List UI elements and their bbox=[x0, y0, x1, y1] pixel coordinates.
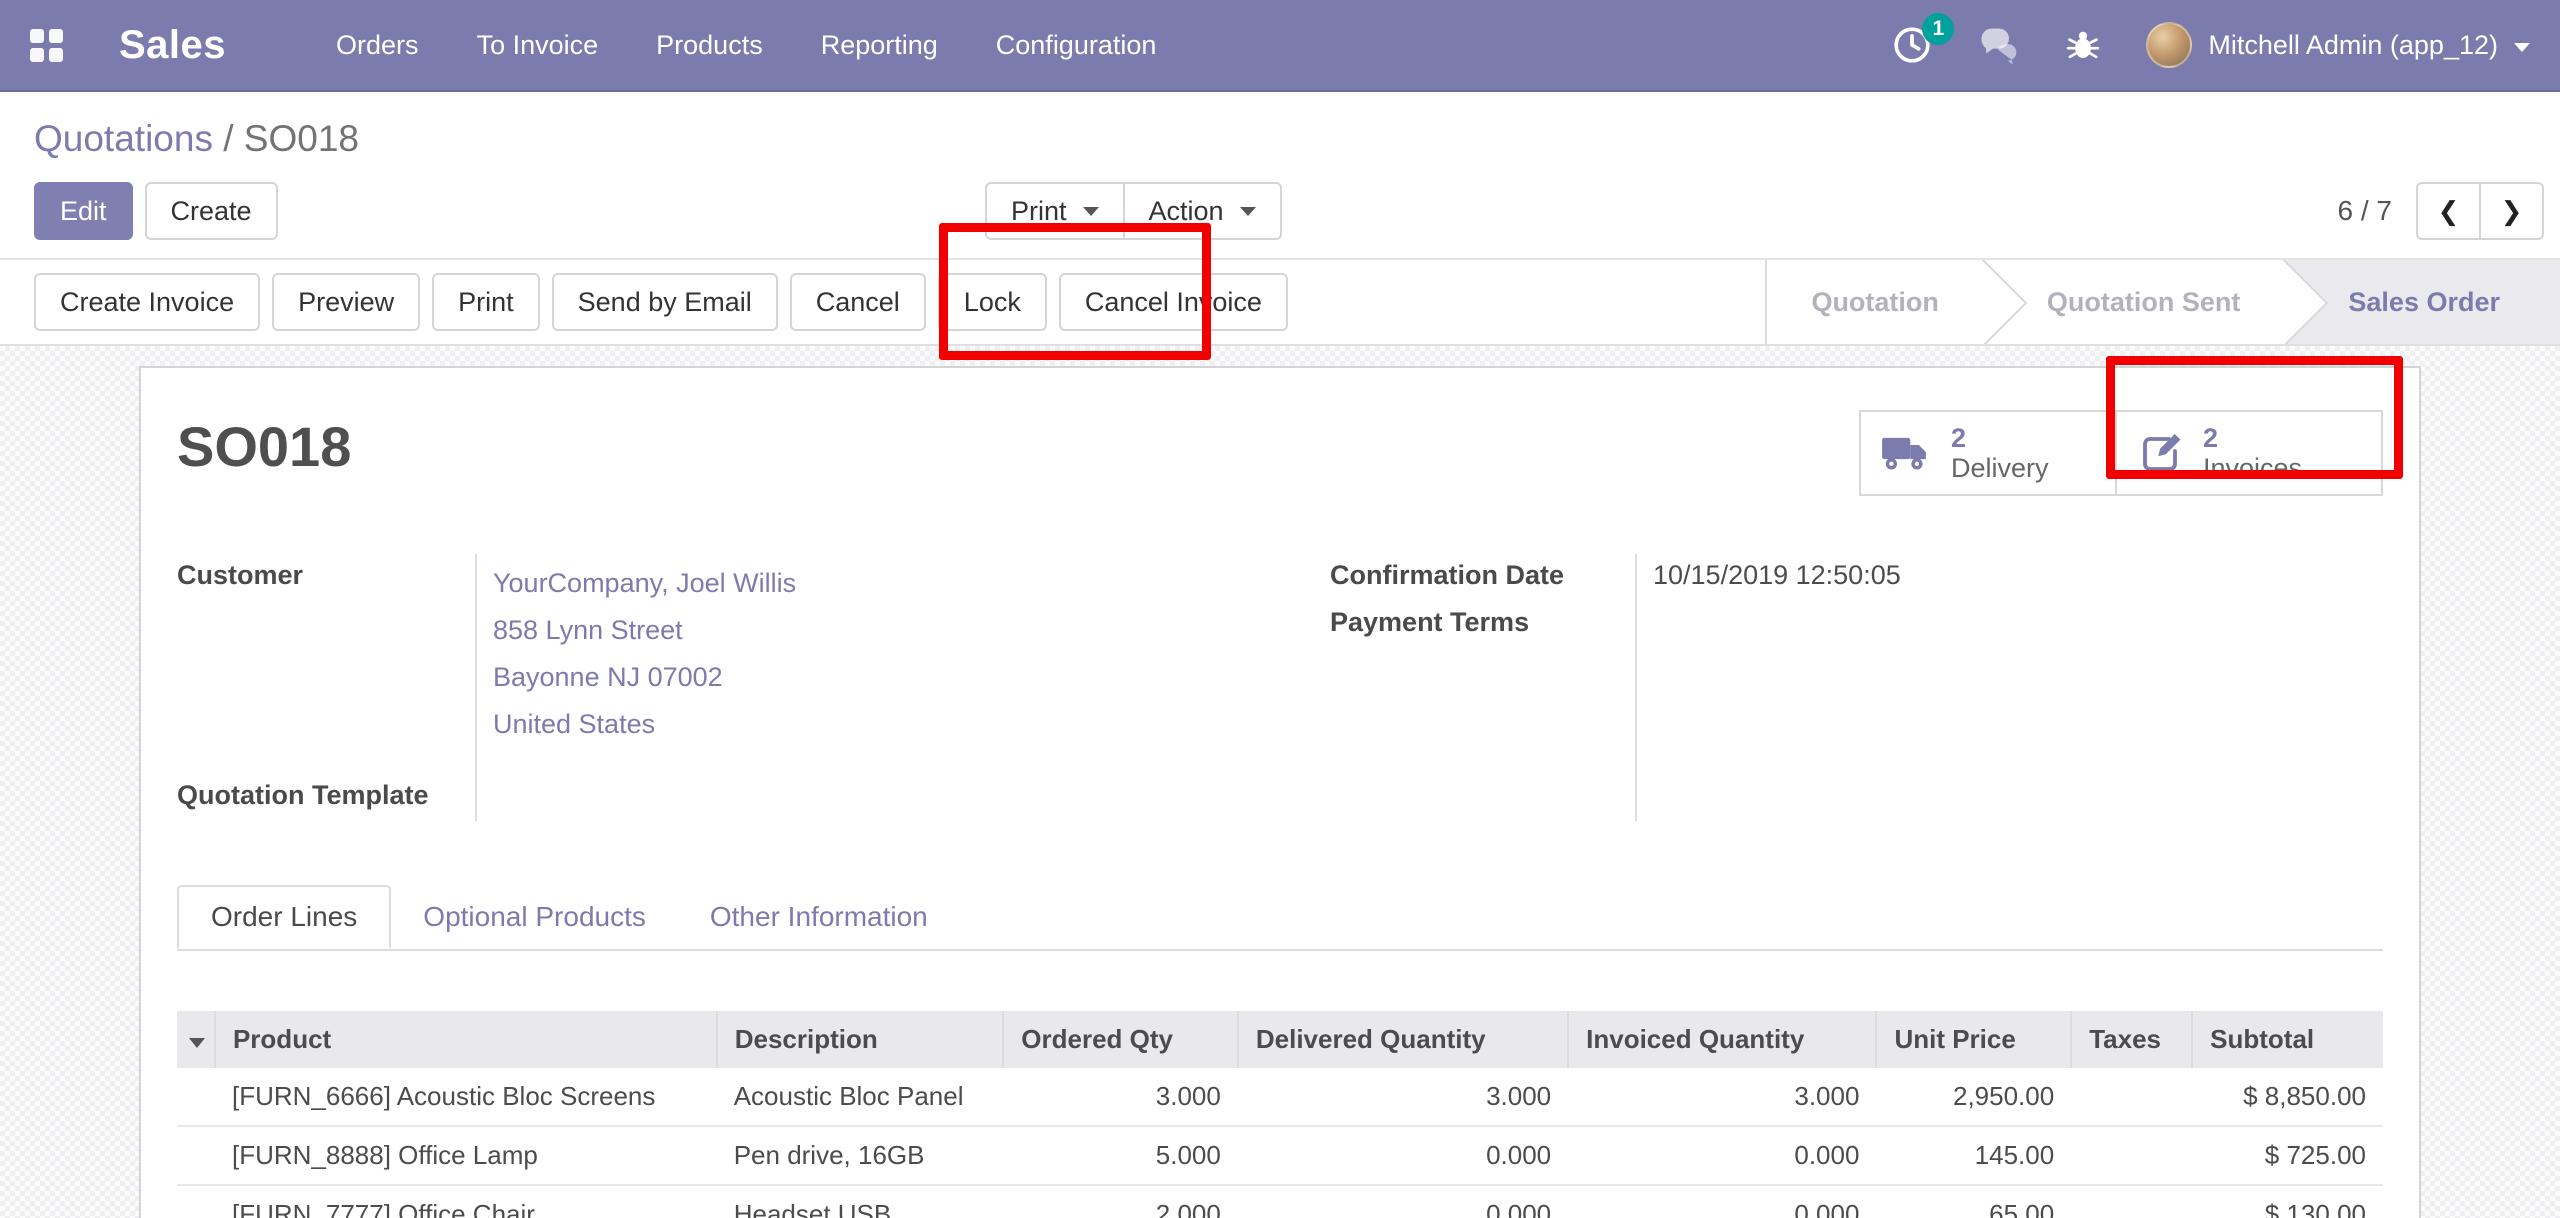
invoices-label: Invoices bbox=[2203, 453, 2302, 483]
lock-button[interactable]: Lock bbox=[938, 273, 1047, 331]
cancel-invoice-button[interactable]: Cancel Invoice bbox=[1059, 273, 1288, 331]
print-dropdown-button[interactable]: Print bbox=[985, 182, 1124, 240]
menu-orders[interactable]: Orders bbox=[336, 0, 419, 91]
activity-count-badge: 1 bbox=[1922, 13, 1954, 45]
pager-next-button[interactable]: ❯ bbox=[2480, 182, 2544, 240]
print-caret-icon bbox=[1083, 207, 1099, 216]
breadcrumb-separator: / bbox=[223, 118, 233, 159]
action-bar: Create Invoice Preview Print Send by Ema… bbox=[0, 258, 2560, 346]
menu-products[interactable]: Products bbox=[656, 0, 763, 91]
delivery-smart-button[interactable]: 2 Delivery bbox=[1859, 410, 2117, 496]
send-by-email-button[interactable]: Send by Email bbox=[552, 273, 778, 331]
messages-icon[interactable] bbox=[1976, 23, 2020, 67]
customer-value[interactable]: YourCompany, Joel Willis 858 Lynn Street… bbox=[475, 554, 796, 748]
col-unit-price[interactable]: Unit Price bbox=[1876, 1011, 2071, 1068]
payment-terms-value[interactable] bbox=[1635, 601, 1653, 607]
edit-note-icon bbox=[2137, 429, 2185, 477]
quotation-template-value[interactable] bbox=[475, 774, 493, 780]
debug-bug-icon[interactable] bbox=[2064, 26, 2102, 64]
cancel-button[interactable]: Cancel bbox=[790, 273, 926, 331]
col-description[interactable]: Description bbox=[717, 1011, 1004, 1068]
delivery-label: Delivery bbox=[1951, 453, 2049, 483]
action-dropdown-button[interactable]: Action bbox=[1124, 182, 1282, 240]
invoices-smart-button[interactable]: 2 Invoices bbox=[2115, 410, 2383, 496]
create-button[interactable]: Create bbox=[145, 182, 278, 240]
column-toggle-caret-icon[interactable] bbox=[189, 1038, 205, 1048]
col-product[interactable]: Product bbox=[215, 1011, 717, 1068]
activity-clock-icon[interactable]: 1 bbox=[1892, 25, 1932, 65]
user-avatar bbox=[2146, 22, 2192, 68]
statusbar: Quotation Quotation Sent Sales Order bbox=[1765, 260, 2560, 344]
right-field-group: Confirmation Date 10/15/2019 12:50:05 Pa… bbox=[1330, 554, 2383, 821]
tab-other-information[interactable]: Other Information bbox=[678, 885, 960, 949]
invoices-count: 2 bbox=[2203, 423, 2302, 453]
user-caret-icon bbox=[2514, 43, 2530, 52]
action-caret-icon bbox=[1240, 207, 1256, 216]
apps-grid-icon[interactable] bbox=[30, 29, 63, 62]
col-invoiced-qty[interactable]: Invoiced Quantity bbox=[1568, 1011, 1876, 1068]
tab-order-lines[interactable]: Order Lines bbox=[177, 885, 391, 949]
confirmation-date-label: Confirmation Date bbox=[1330, 554, 1635, 591]
create-invoice-button[interactable]: Create Invoice bbox=[34, 273, 260, 331]
col-taxes[interactable]: Taxes bbox=[2071, 1011, 2192, 1068]
table-row[interactable]: [FURN_8888] Office LampPen drive, 16GB 5… bbox=[177, 1126, 2383, 1185]
breadcrumb-quotations-link[interactable]: Quotations bbox=[34, 118, 213, 159]
col-ordered-qty[interactable]: Ordered Qty bbox=[1003, 1011, 1238, 1068]
status-step-quotation-sent[interactable]: Quotation Sent bbox=[1983, 260, 2284, 344]
order-title: SO018 bbox=[177, 414, 351, 479]
main-menu: Orders To Invoice Products Reporting Con… bbox=[336, 0, 1156, 91]
menu-configuration[interactable]: Configuration bbox=[996, 0, 1157, 91]
order-lines-table: Product Description Ordered Qty Delivere… bbox=[177, 1011, 2383, 1218]
table-row[interactable]: [FURN_6666] Acoustic Bloc ScreensAcousti… bbox=[177, 1068, 2383, 1126]
edit-button[interactable]: Edit bbox=[34, 182, 133, 240]
breadcrumb: Quotations / SO018 bbox=[0, 92, 2560, 166]
pager-value: 6 / 7 bbox=[2338, 195, 2392, 227]
tab-optional-products[interactable]: Optional Products bbox=[391, 885, 678, 949]
print-order-button[interactable]: Print bbox=[432, 273, 540, 331]
col-delivered-qty[interactable]: Delivered Quantity bbox=[1238, 1011, 1568, 1068]
left-field-group: Customer YourCompany, Joel Willis 858 Ly… bbox=[177, 554, 1230, 821]
user-name: Mitchell Admin (app_12) bbox=[2208, 30, 2498, 61]
payment-terms-label: Payment Terms bbox=[1330, 601, 1635, 638]
table-header-row: Product Description Ordered Qty Delivere… bbox=[177, 1011, 2383, 1068]
truck-icon bbox=[1881, 431, 1933, 475]
app-brand[interactable]: Sales bbox=[119, 23, 226, 68]
control-panel: Edit Create Print Action 6 / 7 ❮ ❯ bbox=[0, 166, 2560, 258]
preview-button[interactable]: Preview bbox=[272, 273, 420, 331]
status-step-quotation[interactable]: Quotation bbox=[1765, 260, 1982, 344]
top-navbar: Sales Orders To Invoice Products Reporti… bbox=[0, 0, 2560, 92]
notebook-tabs: Order Lines Optional Products Other Info… bbox=[177, 885, 2383, 951]
form-view-background: SO018 2 Delivery bbox=[0, 346, 2560, 1218]
table-row[interactable]: [FURN_7777] Office ChairHeadset USB 2.00… bbox=[177, 1185, 2383, 1218]
confirmation-date-value: 10/15/2019 12:50:05 bbox=[1635, 554, 1901, 591]
breadcrumb-current: SO018 bbox=[244, 118, 359, 159]
delivery-count: 2 bbox=[1951, 423, 2049, 453]
menu-reporting[interactable]: Reporting bbox=[821, 0, 938, 91]
sales-order-sheet: SO018 2 Delivery bbox=[139, 366, 2421, 1218]
customer-label: Customer bbox=[177, 554, 475, 591]
menu-to-invoice[interactable]: To Invoice bbox=[477, 0, 599, 91]
systray: 1 Mitchell Admin (app_12) bbox=[1892, 22, 2530, 68]
quotation-template-label: Quotation Template bbox=[177, 774, 475, 811]
user-menu[interactable]: Mitchell Admin (app_12) bbox=[2146, 22, 2530, 68]
pager-previous-button[interactable]: ❮ bbox=[2416, 182, 2480, 240]
col-subtotal[interactable]: Subtotal bbox=[2192, 1011, 2383, 1068]
